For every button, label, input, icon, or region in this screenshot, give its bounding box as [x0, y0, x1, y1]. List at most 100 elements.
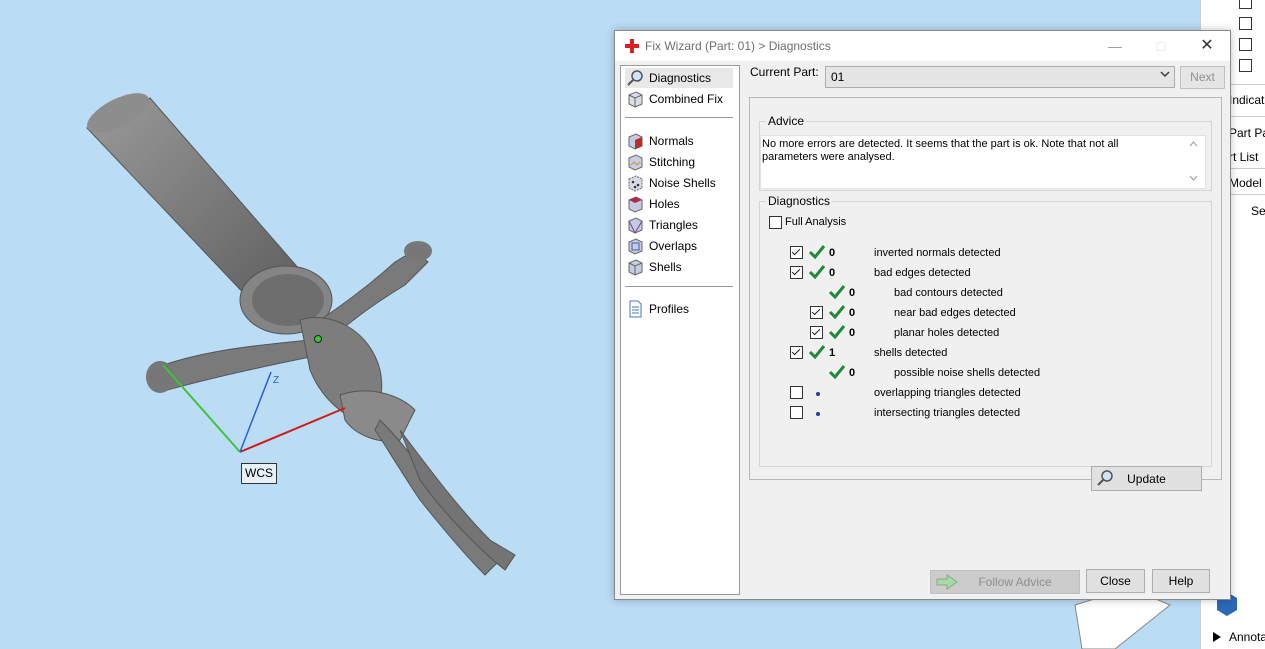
- panel-checkbox[interactable]: [1239, 59, 1252, 72]
- near-bad-edges-checkbox[interactable]: [810, 306, 823, 319]
- follow-advice-label: Follow Advice: [978, 575, 1052, 589]
- advice-text: No more errors are detected. It seems th…: [762, 138, 1119, 163]
- current-part-value: 01: [831, 70, 845, 84]
- update-button[interactable]: Update: [1091, 466, 1202, 491]
- nav-item-noise-shells[interactable]: Noise Shells: [625, 173, 733, 193]
- nav-item-profiles[interactable]: Profiles: [625, 299, 733, 319]
- check-ok-icon: [808, 265, 826, 280]
- nav-item-combined-fix[interactable]: Combined Fix: [625, 89, 733, 109]
- bad-edges-count: 0: [829, 267, 836, 279]
- check-ok-icon: [828, 325, 846, 340]
- chevron-down-icon: [1160, 71, 1170, 77]
- overlapping-triangles-checkbox[interactable]: [790, 386, 803, 399]
- panel-checkbox[interactable]: [1239, 38, 1252, 51]
- shells-count: 1: [829, 347, 836, 359]
- dialog-title: Fix Wizard (Part: 01) > Diagnostics: [645, 39, 831, 53]
- red-cross-icon: [625, 39, 639, 53]
- overlaps-cube-icon: [628, 238, 643, 255]
- current-part-label: Current Part:: [750, 65, 819, 79]
- near-bad-edges-count: 0: [849, 307, 856, 319]
- panel-tab-indications[interactable]: Indicat: [1229, 93, 1264, 107]
- check-ok-icon: [828, 305, 846, 320]
- panel-annotations[interactable]: Annota: [1229, 630, 1265, 644]
- nav-item-label: Stitching: [649, 155, 696, 169]
- wizard-nav: Diagnostics Combined Fix Normals Stitchi…: [620, 65, 740, 595]
- maximize-button[interactable]: □: [1138, 31, 1184, 61]
- nav-item-label: Holes: [649, 197, 680, 211]
- shells-label: shells detected: [874, 347, 948, 359]
- expand-arrow-icon[interactable]: [1213, 632, 1221, 642]
- update-label: Update: [1127, 472, 1166, 486]
- planar-holes-checkbox[interactable]: [810, 326, 823, 339]
- follow-advice-button[interactable]: Follow Advice: [930, 570, 1080, 594]
- bad-contours-label: bad contours detected: [894, 287, 1003, 299]
- inverted-normals-checkbox[interactable]: [790, 246, 803, 259]
- dialog-titlebar[interactable]: Fix Wizard (Part: 01) > Diagnostics — □ …: [615, 31, 1230, 61]
- pending-dot-icon: [816, 412, 820, 416]
- nav-item-label: Diagnostics: [649, 71, 712, 85]
- wcs-label: WCS: [241, 463, 277, 484]
- inverted-normals-count: 0: [829, 247, 836, 259]
- nav-item-label: Triangles: [649, 218, 698, 232]
- nav-item-normals[interactable]: Normals: [625, 131, 733, 151]
- fix-wizard-dialog: Fix Wizard (Part: 01) > Diagnostics — □ …: [614, 30, 1231, 600]
- triangles-cube-icon: [628, 217, 643, 234]
- nav-item-stitching[interactable]: Stitching: [625, 152, 733, 172]
- bad-edges-checkbox[interactable]: [790, 266, 803, 279]
- current-part-select[interactable]: 01: [825, 66, 1175, 88]
- stitching-cube-icon: [628, 154, 643, 171]
- shells-cube-icon: [628, 259, 643, 276]
- next-button[interactable]: Next: [1180, 66, 1225, 89]
- intersecting-triangles-label: intersecting triangles detected: [874, 407, 1021, 419]
- cube-icon: [628, 91, 643, 108]
- panel-tab-part-list[interactable]: rt List: [1229, 150, 1258, 164]
- nav-item-label: Shells: [649, 260, 682, 274]
- planar-holes-label: planar holes detected: [894, 327, 1000, 339]
- help-button[interactable]: Help: [1152, 569, 1210, 593]
- normals-cube-icon: [628, 133, 643, 150]
- nav-item-triangles[interactable]: Triangles: [625, 215, 733, 235]
- check-ok-icon: [828, 285, 846, 300]
- bad-edges-label: bad edges detected: [874, 267, 971, 279]
- advice-title: Advice: [766, 114, 807, 128]
- nav-item-label: Normals: [649, 134, 694, 148]
- nav-item-label: Combined Fix: [649, 92, 724, 106]
- diagnostics-title: Diagnostics: [766, 194, 833, 208]
- intersecting-triangles-checkbox[interactable]: [790, 406, 803, 419]
- nav-item-label: Overlaps: [649, 239, 698, 253]
- panel-checkbox[interactable]: [1239, 0, 1252, 9]
- noise-shells-icon: [628, 175, 643, 192]
- check-ok-icon: [808, 245, 826, 260]
- nav-item-holes[interactable]: Holes: [625, 194, 733, 214]
- check-ok-icon: [828, 365, 846, 380]
- panel-tab-model[interactable]: Model: [1229, 176, 1262, 190]
- noise-shells-count: 0: [849, 367, 856, 379]
- nav-item-diagnostics[interactable]: Diagnostics: [625, 68, 733, 88]
- panel-tab-part-pages[interactable]: Part Pac: [1229, 126, 1265, 140]
- diagnostics-panel: Advice No more errors are detected. It s…: [749, 97, 1222, 491]
- shells-checkbox[interactable]: [790, 346, 803, 359]
- panel-column-selected: Sel: [1251, 204, 1265, 218]
- close-button[interactable]: Close: [1086, 569, 1145, 593]
- nav-item-label: Noise Shells: [649, 176, 716, 190]
- pending-dot-icon: [816, 392, 820, 396]
- nav-item-shells[interactable]: Shells: [625, 257, 733, 277]
- bad-contours-count: 0: [849, 287, 856, 299]
- overlapping-triangles-label: overlapping triangles detected: [874, 387, 1021, 399]
- minimize-button[interactable]: —: [1092, 31, 1138, 61]
- axis-z-label: Z: [273, 375, 279, 386]
- close-window-button[interactable]: ✕: [1184, 31, 1230, 61]
- near-bad-edges-label: near bad edges detected: [894, 307, 1016, 319]
- holes-cube-icon: [628, 196, 643, 213]
- planar-holes-count: 0: [849, 327, 856, 339]
- nav-item-label: Profiles: [649, 302, 690, 316]
- check-ok-icon: [808, 345, 826, 360]
- magnifier-icon: [627, 70, 643, 86]
- document-icon: [629, 300, 642, 318]
- advice-scrollbar[interactable]: [1186, 137, 1201, 185]
- noise-shells-label: possible noise shells detected: [894, 367, 1041, 379]
- inverted-normals-label: inverted normals detected: [874, 247, 1001, 259]
- panel-checkbox[interactable]: [1239, 17, 1252, 30]
- full-analysis-checkbox[interactable]: [769, 216, 782, 229]
- nav-item-overlaps[interactable]: Overlaps: [625, 236, 733, 256]
